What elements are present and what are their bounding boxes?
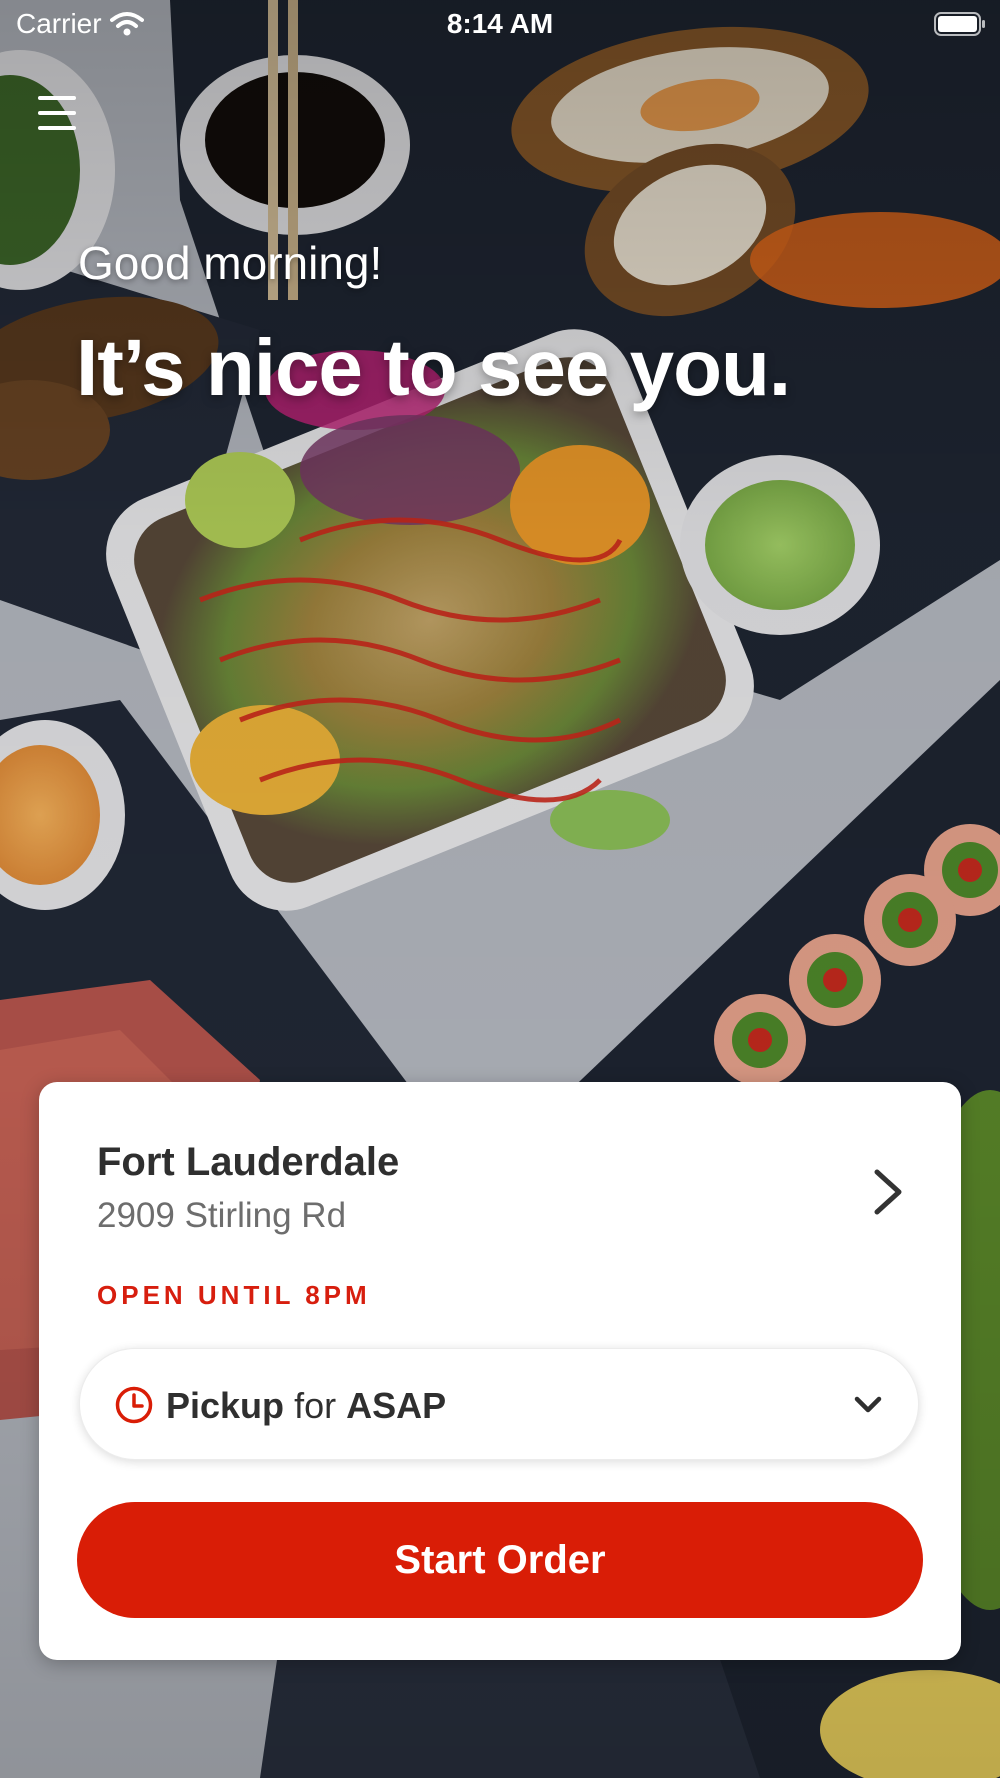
status-time: 8:14 AM	[446, 8, 554, 39]
store-address: 2909 Stirling Rd	[97, 1196, 347, 1235]
battery-icon	[934, 12, 985, 36]
status-bar: Carrier 8:14 AM	[0, 0, 1000, 50]
pickup-time-dropdown[interactable]: Pickup for ASAP	[79, 1348, 919, 1460]
chevron-right-icon	[874, 1169, 902, 1215]
store-selector[interactable]: Fort Lauderdale 2909 Stirling Rd	[39, 1082, 961, 1235]
app-screen: Carrier 8:14 AM Good morning! It’s nice …	[0, 0, 1000, 1778]
order-mode: Pickup	[166, 1385, 285, 1426]
store-hours-badge: OPEN UNTIL 8PM	[97, 1280, 371, 1310]
welcome-headline: It’s nice to see you.	[76, 323, 791, 412]
pickup-summary: Pickup for ASAP	[166, 1385, 446, 1427]
order-connector: for	[294, 1385, 337, 1426]
chevron-down-icon	[854, 1396, 882, 1413]
store-name: Fort Lauderdale	[97, 1140, 400, 1184]
start-order-button[interactable]: Start Order	[77, 1502, 923, 1618]
hamburger-menu-icon[interactable]	[36, 94, 82, 134]
location-card: Fort Lauderdale 2909 Stirling Rd OPEN UN…	[39, 1082, 961, 1660]
greeting-text: Good morning!	[78, 237, 383, 289]
clock-icon	[115, 1386, 153, 1424]
order-time: ASAP	[346, 1385, 447, 1426]
